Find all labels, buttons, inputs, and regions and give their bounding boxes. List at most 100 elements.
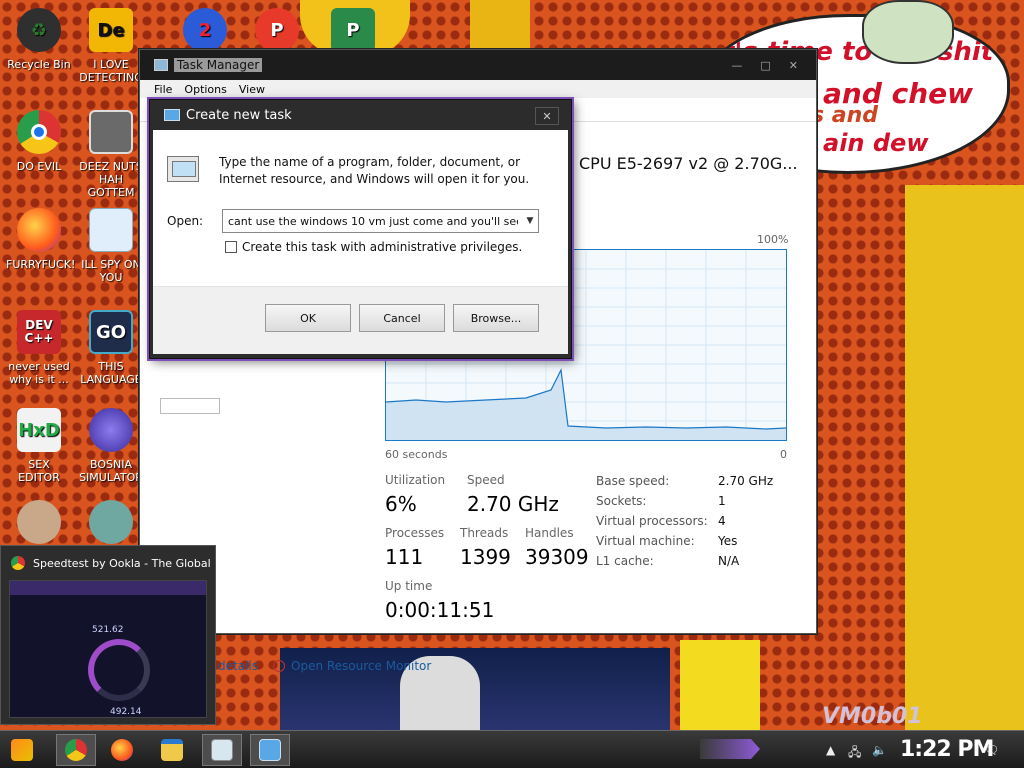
speedtest-gauge-icon bbox=[88, 639, 150, 701]
task-manager-titlebar[interactable]: Task Manager — □ ✕ bbox=[140, 50, 816, 80]
run-icon bbox=[259, 739, 281, 761]
notifications-icon[interactable]: 🗨 bbox=[984, 743, 999, 757]
threads-value: 1399 bbox=[460, 545, 511, 569]
tray-chevron-up-icon[interactable]: ▲ bbox=[826, 743, 835, 757]
desktop-icon-detecting[interactable]: De I LOVE DETECTING bbox=[78, 8, 144, 84]
publisher-icon: P bbox=[331, 8, 375, 52]
app-de-icon: De bbox=[89, 8, 133, 52]
desktop-icon-spy[interactable]: ILL SPY ON YOU bbox=[78, 208, 144, 284]
spec-label-sockets: Sockets: bbox=[596, 494, 647, 508]
taskbar: ▲ 🖧 🔈 1:22 PM 🗨 bbox=[0, 730, 1024, 768]
desktop-icon-label: DO EVIL bbox=[16, 160, 62, 173]
spec-value-virtual-processors: 4 bbox=[718, 514, 726, 528]
create-new-task-dialog: Create new task ✕ Type the name of a pro… bbox=[149, 99, 572, 359]
windows-stack-icon bbox=[89, 110, 133, 154]
desktop-icon-bosnia[interactable]: BOSNIA SIMULATOR bbox=[78, 408, 144, 484]
run-dialog-icon bbox=[164, 109, 180, 121]
open-input[interactable] bbox=[222, 209, 539, 233]
app-2-icon: 2 bbox=[183, 8, 227, 52]
speed-label: Speed bbox=[467, 473, 505, 487]
preview-title: Speedtest by Ookla - The Global ... bbox=[33, 556, 215, 570]
ok-button[interactable]: OK bbox=[265, 304, 351, 332]
taskbar-thumbnail-preview[interactable]: Speedtest by Ookla - The Global ... 521.… bbox=[0, 545, 216, 725]
taskbar-run-dialog[interactable] bbox=[250, 734, 290, 766]
graph-axis-left: 60 seconds bbox=[385, 448, 448, 461]
task-manager-title: Task Manager bbox=[174, 58, 263, 72]
taskbar-accent-decoration bbox=[700, 739, 760, 759]
close-icon[interactable]: ✕ bbox=[789, 59, 798, 72]
spec-value-sockets: 1 bbox=[718, 494, 726, 508]
open-label: Open: bbox=[167, 214, 204, 228]
processes-value: 111 bbox=[385, 545, 424, 569]
taskbar-clock[interactable]: 1:22 PM bbox=[900, 737, 994, 762]
taskbar-file-explorer[interactable] bbox=[152, 734, 192, 766]
menu-file[interactable]: File bbox=[154, 83, 172, 96]
utilization-value: 6% bbox=[385, 492, 417, 516]
task-manager-icon bbox=[154, 59, 168, 71]
wallpaper-yellow-strip bbox=[680, 640, 760, 730]
menu-view[interactable]: View bbox=[239, 83, 265, 96]
desktop-icon-label: I LOVE DETECTING bbox=[79, 58, 143, 84]
fewer-details-link[interactable]: details bbox=[218, 659, 258, 673]
desktop-icon-chrome[interactable]: DO EVIL bbox=[6, 110, 72, 173]
task-manager-menubar: File Options View bbox=[140, 80, 816, 98]
volume-icon[interactable]: 🔈 bbox=[872, 743, 887, 757]
spec-label-virtual-machine: Virtual machine: bbox=[596, 534, 695, 548]
menu-options[interactable]: Options bbox=[184, 83, 226, 96]
desktop-icon-label: THIS LANGUAGE bbox=[80, 360, 142, 386]
anime-icon bbox=[89, 500, 133, 544]
preview-header: Speedtest by Ookla - The Global ... bbox=[1, 546, 215, 580]
desktop-icon-label: FURRYFUCK! bbox=[6, 258, 76, 271]
uptime-value: 0:00:11:51 bbox=[385, 598, 495, 622]
network-icon bbox=[89, 208, 133, 252]
open-dropdown-button[interactable]: ▼ bbox=[523, 211, 537, 231]
processes-label: Processes bbox=[385, 526, 445, 540]
task-manager-icon bbox=[211, 739, 233, 761]
browse-button[interactable]: Browse... bbox=[453, 304, 539, 332]
graph-max-label: 100% bbox=[757, 233, 789, 246]
threads-label: Threads bbox=[460, 526, 509, 540]
chevron-down-icon: ▼ bbox=[526, 216, 534, 226]
desktop-icon-go[interactable]: GO THIS LANGUAGE bbox=[78, 310, 144, 386]
minimize-icon[interactable]: — bbox=[731, 59, 742, 72]
network-icon[interactable]: 🖧 bbox=[848, 743, 861, 764]
preview-browser-bar bbox=[10, 581, 206, 595]
dialog-titlebar[interactable]: Create new task bbox=[150, 100, 571, 130]
desktop-icon-label: ILL SPY ON YOU bbox=[81, 258, 141, 284]
desktop-icon-firefox[interactable]: FURRYFUCK! bbox=[6, 208, 76, 271]
taskbar-firefox[interactable] bbox=[102, 734, 142, 766]
graph-axis-right: 0 bbox=[780, 448, 787, 461]
sidebar-selected-item[interactable] bbox=[160, 398, 220, 414]
chrome-icon bbox=[17, 110, 61, 154]
desktop-icon-anime[interactable] bbox=[78, 500, 144, 550]
desktop-icon-portrait[interactable] bbox=[6, 500, 72, 550]
desktop-icon-deez[interactable]: DEEZ NUTS HAH GOTTEM bbox=[78, 110, 144, 199]
dialog-close-button[interactable]: ✕ bbox=[535, 107, 559, 125]
mine-icon bbox=[89, 408, 133, 452]
dialog-body: Type the name of a program, folder, docu… bbox=[153, 130, 568, 354]
desktop-icon-label: never used why is it ... bbox=[8, 360, 70, 386]
spec-value-virtual-machine: Yes bbox=[718, 534, 738, 548]
dialog-description: Type the name of a program, folder, docu… bbox=[219, 155, 530, 186]
desktop-icon-label: DEEZ NUTS HAH GOTTEM bbox=[79, 160, 143, 199]
admin-privileges-checkbox[interactable] bbox=[225, 241, 237, 253]
firefox-icon bbox=[111, 739, 133, 761]
start-button[interactable] bbox=[2, 734, 42, 766]
maximize-icon[interactable]: □ bbox=[760, 59, 770, 72]
taskbar-task-manager[interactable] bbox=[202, 734, 242, 766]
utilization-label: Utilization bbox=[385, 473, 446, 487]
desktop-icon-hxd[interactable]: HxD SEX EDITOR bbox=[6, 408, 72, 484]
wallpaper-yellow-panel bbox=[905, 185, 1024, 730]
wallpaper-watermark: VM0b01 bbox=[822, 704, 923, 729]
handles-value: 39309 bbox=[525, 545, 589, 569]
admin-privileges-label: Create this task with administrative pri… bbox=[242, 240, 523, 254]
dialog-title: Create new task bbox=[186, 107, 292, 123]
wallpaper-frog-image bbox=[862, 0, 954, 64]
open-resource-monitor-label: Open Resource Monitor bbox=[291, 659, 432, 673]
open-resource-monitor-link[interactable]: Open Resource Monitor bbox=[273, 659, 431, 673]
taskbar-chrome[interactable] bbox=[56, 734, 96, 766]
close-icon: ✕ bbox=[542, 109, 552, 123]
desktop-icon-recycle-bin[interactable]: ♻ Recycle Bin bbox=[6, 8, 72, 71]
cancel-button[interactable]: Cancel bbox=[359, 304, 445, 332]
desktop-icon-devcpp[interactable]: DEV C++ never used why is it ... bbox=[6, 310, 72, 386]
